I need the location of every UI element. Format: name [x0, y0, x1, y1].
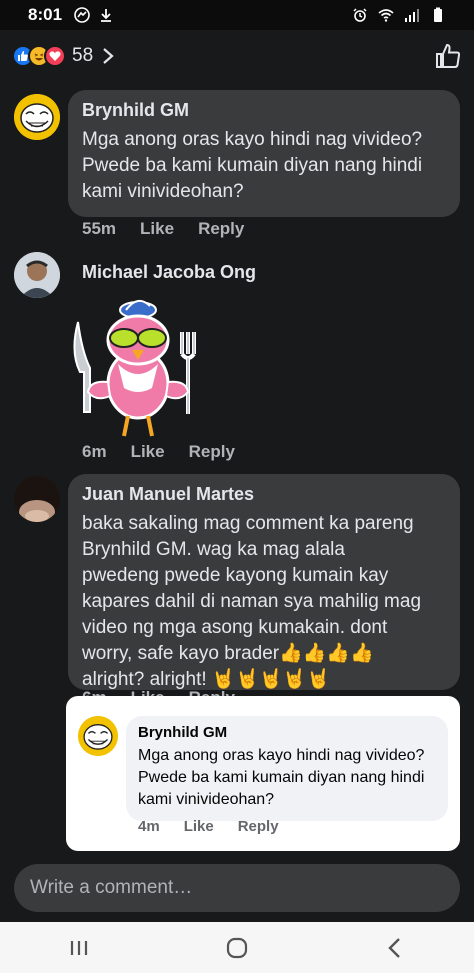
- download-icon: [101, 9, 112, 22]
- reply-preview-like-button[interactable]: Like: [184, 818, 214, 835]
- home-button[interactable]: [217, 928, 257, 968]
- user-photo-avatar: [14, 476, 60, 522]
- avatar: [78, 716, 118, 756]
- replying-to-preview: Brynhild GM Mga anong oras kayo hindi na…: [66, 696, 460, 851]
- recent-apps-icon: [70, 940, 88, 955]
- reply-button[interactable]: Reply: [189, 442, 235, 462]
- comment-author[interactable]: Michael Jacoba Ong: [82, 262, 256, 283]
- comment-line: baka sakaling mag comment ka pareng: [82, 513, 414, 534]
- comment-line: video ng mga asong kumakain. dont: [82, 617, 388, 638]
- avatar[interactable]: [14, 94, 60, 140]
- comment-time: 6m: [82, 442, 107, 461]
- status-time: 8:01: [28, 5, 63, 24]
- system-navigation-bar: [0, 922, 474, 973]
- home-icon: [226, 937, 248, 958]
- comment-item: Brynhild GM Mga anong oras kayo hindi na…: [0, 90, 474, 250]
- comment-input[interactable]: [14, 864, 460, 912]
- reply-preview-time: 4m: [138, 818, 160, 835]
- trollface-avatar-icon: [14, 94, 60, 140]
- wifi-icon: [378, 9, 394, 22]
- comment-line: worry, safe kayo brader👍👍👍👍: [82, 643, 374, 664]
- battery-icon: [434, 7, 442, 22]
- comment-text: Mga anong oras kayo hindi nag vivideo? P…: [82, 127, 446, 205]
- signal-icon: [405, 9, 419, 22]
- avatar[interactable]: [14, 252, 60, 298]
- comment-item: Michael Jacoba Ong 6m Like Reply: [0, 250, 474, 470]
- chicken-sticker[interactable]: [66, 292, 206, 442]
- reply-button[interactable]: Reply: [198, 219, 244, 239]
- comment-author[interactable]: Brynhild GM: [82, 100, 446, 121]
- status-left-icons: [74, 7, 114, 23]
- status-bar: 8:01: [0, 0, 474, 30]
- reaction-summary[interactable]: 58: [12, 45, 115, 67]
- comment-item: Juan Manuel Martes baka sakaling mag com…: [0, 474, 474, 714]
- back-icon: [388, 937, 400, 958]
- status-right-icons: [352, 7, 446, 23]
- messenger-icon: [74, 7, 90, 23]
- comment-text: baka sakaling mag comment ka pareng Bryn…: [82, 511, 446, 693]
- reaction-count: 58: [72, 45, 94, 66]
- comment-line: kami vinivideohan?: [82, 181, 244, 202]
- comment-line: Brynhild GM. wag ka mag alala: [82, 539, 345, 560]
- reply-preview-text: Mga anong oras kayo hindi nag vivideo? P…: [138, 745, 436, 811]
- comment-bubble[interactable]: Brynhild GM Mga anong oras kayo hindi na…: [68, 90, 460, 217]
- reply-preview-line: kami vinivideohan?: [138, 791, 275, 808]
- comment-line: Mga anong oras kayo hindi nag vivideo?: [82, 129, 423, 150]
- comment-line: kapares dahil di naman sya mahilig mag: [82, 591, 422, 612]
- reply-preview-actions: 4m Like Reply: [138, 818, 279, 835]
- love-reaction-icon: [44, 45, 66, 67]
- comment-author[interactable]: Juan Manuel Martes: [82, 484, 446, 505]
- comment-actions: 6m Like Reply: [82, 442, 235, 462]
- comment-line: Pwede ba kami kumain diyan nang hindi: [82, 155, 423, 176]
- avatar[interactable]: [14, 476, 60, 522]
- chevron-right-icon: [103, 48, 114, 64]
- back-button[interactable]: [375, 928, 415, 968]
- trollface-avatar-icon: [78, 716, 118, 756]
- user-photo-avatar: [14, 252, 60, 298]
- recent-apps-button[interactable]: [59, 928, 99, 968]
- reactions-header: 58: [0, 30, 474, 82]
- like-button[interactable]: Like: [131, 442, 165, 462]
- reply-preview-line: Mga anong oras kayo hindi nag vivideo?: [138, 747, 425, 764]
- reply-preview-bubble: Brynhild GM Mga anong oras kayo hindi na…: [126, 716, 448, 821]
- comment-time: 55m: [82, 219, 117, 238]
- like-button[interactable]: Like: [140, 219, 174, 239]
- reply-preview-author: Brynhild GM: [138, 724, 228, 741]
- comment-actions: 55m Like Reply: [82, 219, 244, 239]
- reply-preview-reply-button[interactable]: Reply: [238, 818, 279, 835]
- thumbs-up-like-icon[interactable]: [434, 42, 462, 70]
- reply-preview-line: Pwede ba kami kumain diyan nang hindi: [138, 769, 425, 786]
- alarm-icon: [353, 8, 367, 22]
- sticker-image: [73, 299, 196, 437]
- comment-line: pwedeng pwede kayong kumain kay: [82, 565, 389, 586]
- comment-bubble[interactable]: Juan Manuel Martes baka sakaling mag com…: [68, 474, 460, 690]
